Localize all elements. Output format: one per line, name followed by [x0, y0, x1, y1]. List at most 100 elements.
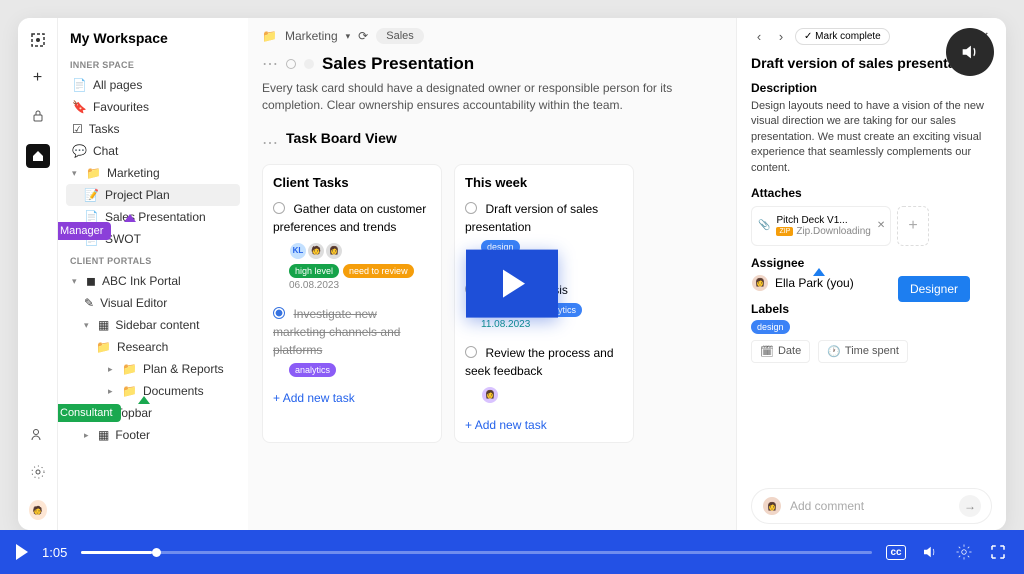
plus-icon[interactable]: +: [28, 68, 48, 88]
timespent-button[interactable]: 🕐Time spent: [818, 340, 908, 363]
file-icon: 📎: [758, 220, 770, 231]
task-text: Gather data on customer preferences and …: [273, 202, 426, 234]
controls-play-button[interactable]: [16, 544, 28, 560]
users-icon[interactable]: [28, 424, 48, 444]
sidebar-item-tasks[interactable]: ☑Tasks: [66, 118, 240, 140]
send-icon[interactable]: →: [959, 495, 981, 517]
sidebar-item-research[interactable]: 📁Research: [66, 336, 240, 358]
mark-complete-button[interactable]: ✓ Mark complete: [795, 28, 890, 45]
tasks-icon: ☑: [72, 122, 83, 136]
more-icon[interactable]: ⋯: [262, 54, 278, 74]
task-checkbox[interactable]: [465, 346, 477, 358]
sidebar-item-chat[interactable]: 💬Chat: [66, 140, 240, 162]
fullscreen-button[interactable]: [988, 542, 1008, 562]
avatar[interactable]: 🧑: [307, 242, 325, 260]
task-checkbox[interactable]: [273, 202, 285, 214]
column-title: This week: [465, 175, 623, 190]
cursor-consultant-icon: [138, 396, 150, 404]
avatar[interactable]: 👩: [481, 386, 499, 404]
bookmark-icon: 🔖: [72, 100, 87, 114]
captions-button[interactable]: cc: [886, 542, 906, 562]
desc-label: Description: [751, 81, 992, 95]
breadcrumb-folder[interactable]: Marketing: [285, 29, 338, 43]
chevron-right-icon: ▸: [108, 364, 116, 375]
add-attachment-button[interactable]: +: [897, 206, 929, 246]
zip-badge: ZIP: [776, 227, 793, 236]
avatar: 👩: [762, 496, 782, 516]
status-dot-icon: [304, 59, 314, 69]
task-text: Investigate new marketing channels and p…: [273, 307, 400, 357]
board-column-client: Client Tasks Gather data on customer pre…: [262, 164, 442, 443]
pages-icon: 📄: [72, 78, 87, 92]
icon-rail: + 🧑: [18, 18, 58, 530]
breadcrumb-chip[interactable]: Sales: [376, 28, 424, 44]
clock-icon: 🕐: [827, 345, 841, 358]
page-description: Every task card should have a designated…: [262, 80, 722, 114]
doc-icon: 📝: [84, 188, 99, 202]
status-dot-icon: [286, 59, 296, 69]
home-icon[interactable]: [26, 144, 50, 168]
progress-track[interactable]: [81, 551, 872, 554]
logo-icon[interactable]: [28, 30, 48, 50]
sidebar-item-visualed[interactable]: ✎Visual Editor: [66, 292, 240, 314]
comment-placeholder: Add comment: [790, 499, 951, 513]
avatar[interactable]: 👩: [325, 242, 343, 260]
video-controls: 1:05 cc: [0, 530, 1024, 574]
cursor-manager-icon: [124, 214, 136, 222]
settings-icon[interactable]: [28, 462, 48, 482]
detail-description: Design layouts need to have a vision of …: [751, 99, 992, 176]
sidebar-item-projectplan[interactable]: 📝Project Plan: [66, 184, 240, 206]
attach-label: Attaches: [751, 186, 992, 200]
add-task-button[interactable]: + Add new task: [273, 391, 431, 405]
sidebar-item-abcink[interactable]: ▾◼ABC Ink Portal: [66, 270, 240, 292]
chevron-down-icon[interactable]: ▾: [346, 31, 351, 42]
folder-icon: 📁: [122, 362, 137, 376]
sidebar-item-favourites[interactable]: 🔖Favourites: [66, 96, 240, 118]
task-card[interactable]: Review the process and seek feedback 👩: [465, 344, 623, 404]
task-card[interactable]: Investigate new marketing channels and p…: [273, 305, 431, 377]
attachment-card[interactable]: 📎 Pitch Deck V1... ZIPZip.Downloading ✕: [751, 206, 891, 246]
sidebar-item-footer[interactable]: ▸▦Footer: [66, 424, 240, 446]
task-card[interactable]: Gather data on customer preferences and …: [273, 200, 431, 291]
forward-icon[interactable]: ›: [773, 29, 789, 45]
folder-icon: 📁: [122, 384, 137, 398]
volume-button[interactable]: [920, 542, 940, 562]
add-task-button[interactable]: + Add new task: [465, 418, 623, 432]
sidebar-item-sidebarcontent[interactable]: ▾▦Sidebar content: [66, 314, 240, 336]
task-label[interactable]: analytics: [289, 363, 336, 377]
date-button[interactable]: 🗓Date: [751, 340, 810, 363]
refresh-icon[interactable]: ⟳: [358, 29, 368, 43]
comment-input[interactable]: 👩 Add comment →: [751, 488, 992, 524]
breadcrumb: 📁 Marketing ▾ ⟳ Sales: [262, 28, 722, 44]
role-badge-designer: Designer: [898, 276, 970, 302]
speaker-icon: [959, 41, 981, 63]
chevron-right-icon: ▸: [84, 430, 92, 441]
back-icon[interactable]: ‹: [751, 29, 767, 45]
task-avatars: KL 🧑 👩: [289, 242, 431, 260]
assignee-label: Assignee: [751, 256, 992, 270]
more-icon[interactable]: ⋯: [262, 133, 278, 153]
lock-icon[interactable]: [28, 106, 48, 126]
task-date: 11.08.2023: [481, 319, 623, 330]
task-checkbox[interactable]: [273, 307, 285, 319]
play-button[interactable]: [466, 250, 558, 318]
task-text: Draft version of sales presentation: [465, 202, 598, 234]
task-label[interactable]: need to review: [343, 264, 414, 278]
settings-button[interactable]: [954, 542, 974, 562]
avatar[interactable]: KL: [289, 242, 307, 260]
remove-attach-icon[interactable]: ✕: [877, 220, 885, 231]
sidebar-item-documents[interactable]: ▸📁Documents: [66, 380, 240, 402]
calendar-icon: 🗓: [760, 345, 774, 358]
role-badge-consultant: Consultant: [58, 404, 121, 422]
sidebar-item-planreports[interactable]: ▸📁Plan & Reports: [66, 358, 240, 380]
task-checkbox[interactable]: [465, 202, 477, 214]
speaker-fab[interactable]: [946, 28, 994, 76]
task-label[interactable]: design: [751, 320, 790, 334]
task-label[interactable]: high level: [289, 264, 339, 278]
folder-icon: 📁: [262, 29, 277, 43]
portal-icon: ◼: [86, 274, 96, 288]
sidebar-item-allpages[interactable]: 📄All pages: [66, 74, 240, 96]
avatar-icon[interactable]: 🧑: [28, 500, 48, 520]
role-badge-manager: Manager: [58, 222, 111, 240]
sidebar-item-marketing[interactable]: ▾📁Marketing: [66, 162, 240, 184]
